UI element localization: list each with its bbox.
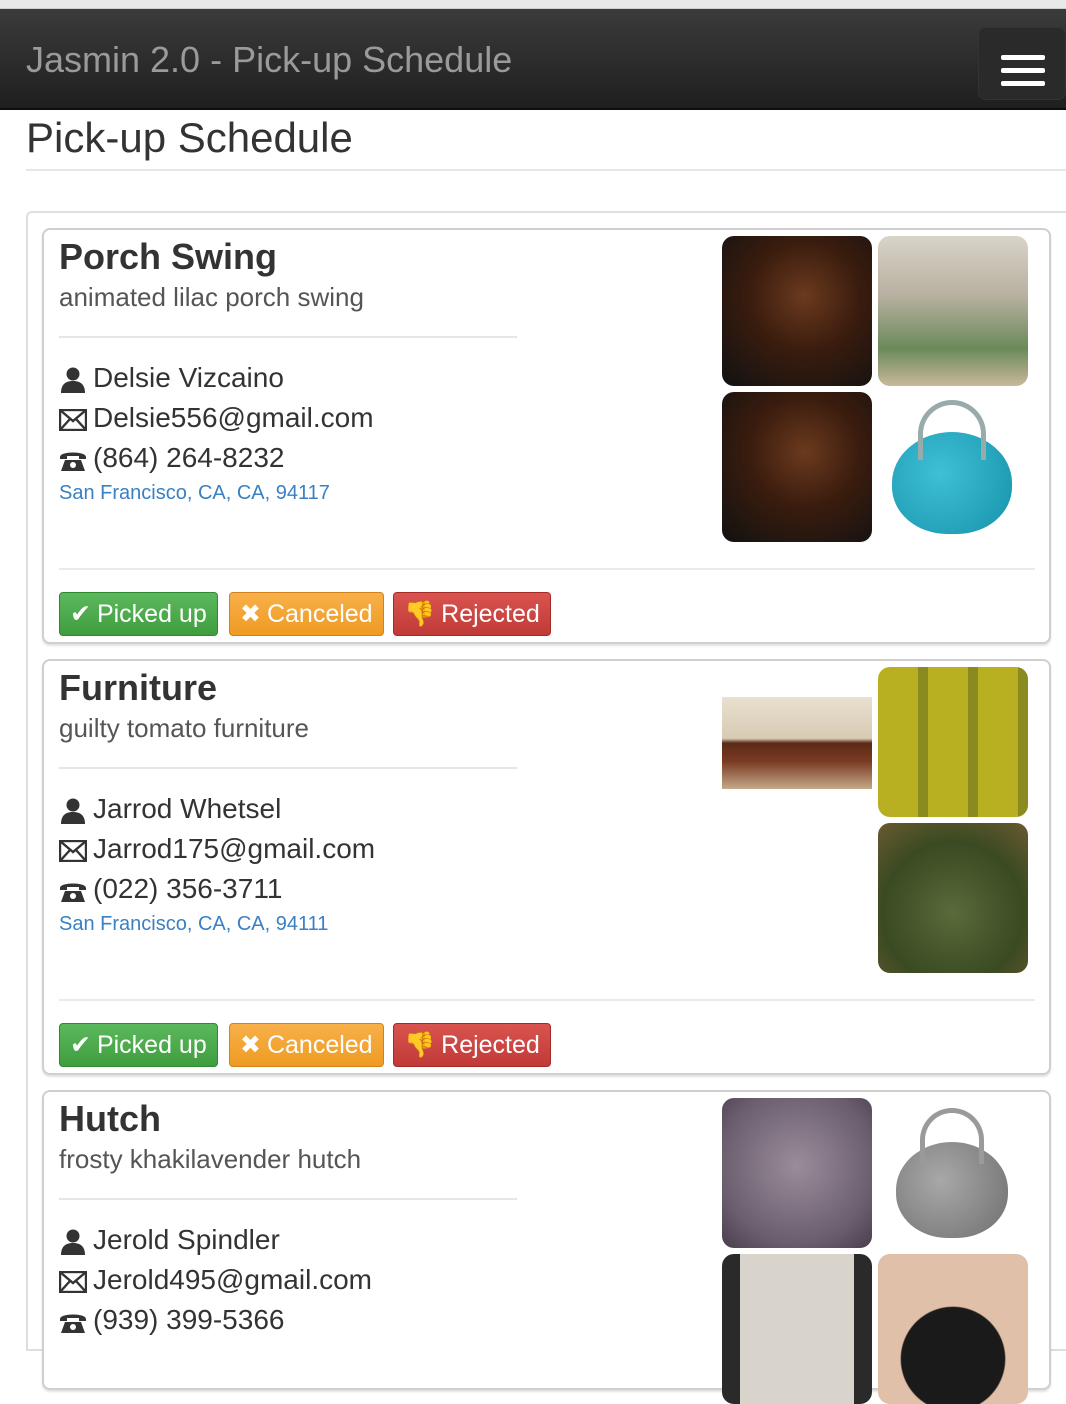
contact-phone-row: (864) 264-8232 [59,440,284,476]
contact-phone: (022) 356-3711 [93,873,283,904]
envelope-icon [58,400,89,436]
envelope-icon [58,1262,89,1298]
contact-name-row: Jarrod Whetsel [59,791,281,827]
contact-phone-row: (022) 356-3711 [59,871,282,907]
thumbs-down-icon: 👎 [404,1031,436,1059]
canceled-button[interactable]: ✖ Canceled [229,592,384,636]
item-description: animated lilac porch swing [59,282,364,312]
check-icon: ✔ [70,600,91,628]
item-photo[interactable] [878,236,1028,386]
item-photo[interactable] [878,1254,1028,1404]
contact-phone: (939) 399-5366 [93,1304,285,1335]
item-photo[interactable] [878,823,1028,973]
menu-toggle-button[interactable] [978,27,1066,100]
contact-email-row: Jarrod175@gmail.com [58,831,376,867]
pickup-card: Hutch frosty khakilavender hutch Jerold … [42,1090,1051,1404]
phone-icon [59,1302,89,1338]
user-icon [59,360,89,396]
title-divider [26,169,1066,171]
button-label: Picked up [96,1031,207,1059]
item-title: Porch Swing [59,236,278,277]
item-title: Hutch [59,1098,161,1139]
address-link[interactable]: San Francisco, CA, CA, 94111 [59,913,328,936]
check-icon: ✔ [70,1031,91,1059]
envelope-icon [58,831,89,867]
button-label: Canceled [266,1031,373,1059]
divider [59,1198,517,1200]
contact-email: Jerold495@gmail.com [93,1264,372,1295]
pickup-card: Furniture guilty tomato furniture Jarrod… [42,659,1051,1075]
divider [59,999,1035,1001]
divider [59,568,1035,570]
divider [59,767,517,769]
contact-name: Jerold Spindler [93,1224,280,1255]
button-label: Canceled [266,600,373,628]
address-link[interactable]: San Francisco, CA, CA, 94117 [59,482,330,505]
item-photo[interactable] [722,697,872,789]
contact-email: Delsie556@gmail.com [93,402,374,433]
x-icon: ✖ [240,1031,261,1059]
item-photo[interactable] [722,1098,872,1248]
divider [59,336,517,338]
contact-name-row: Delsie Vizcaino [59,360,284,396]
user-icon [59,1222,89,1258]
contact-email-row: Delsie556@gmail.com [58,400,374,436]
contact-phone: (864) 264-8232 [93,442,285,473]
button-label: Picked up [96,600,207,628]
item-photo[interactable] [722,236,872,386]
item-description: guilty tomato furniture [59,713,310,743]
canceled-button[interactable]: ✖ Canceled [229,1023,384,1067]
user-icon [59,791,89,827]
phone-icon [59,440,89,476]
item-photo[interactable] [878,667,1028,817]
thumbs-down-icon: 👎 [404,600,436,628]
item-title: Furniture [59,667,217,708]
page-title: Pick-up Schedule [26,114,353,161]
picked-up-button[interactable]: ✔ Picked up [59,1023,218,1067]
x-icon: ✖ [240,600,261,628]
button-label: Rejected [441,600,540,628]
contact-email-row: Jerold495@gmail.com [58,1262,372,1298]
item-description: frosty khakilavender hutch [59,1144,362,1174]
app-title[interactable]: Jasmin 2.0 - Pick-up Schedule [26,39,512,81]
item-photo[interactable] [722,392,872,542]
item-photo[interactable] [878,1098,1028,1248]
button-label: Rejected [441,1031,540,1059]
contact-name: Jarrod Whetsel [93,793,282,824]
pickup-card: Porch Swing animated lilac porch swing D… [42,228,1051,644]
picked-up-button[interactable]: ✔ Picked up [59,592,218,636]
contact-name: Delsie Vizcaino [93,362,284,393]
rejected-button[interactable]: 👎 Rejected [393,592,551,636]
item-photo[interactable] [878,392,1028,542]
rejected-button[interactable]: 👎 Rejected [393,1023,551,1067]
navbar: Jasmin 2.0 - Pick-up Schedule [0,9,1066,110]
item-photo[interactable] [722,1254,872,1404]
contact-phone-row: (939) 399-5366 [59,1302,284,1338]
contact-email: Jarrod175@gmail.com [93,833,376,864]
phone-icon [59,871,89,907]
browser-top-strip [0,0,1066,9]
contact-name-row: Jerold Spindler [59,1222,280,1258]
